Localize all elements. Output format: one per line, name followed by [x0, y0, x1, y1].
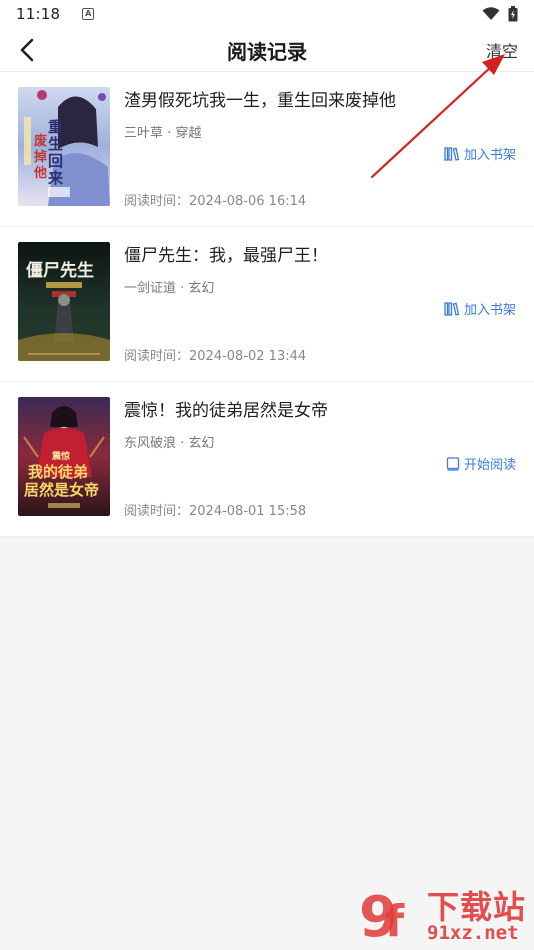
- bookshelf-add-icon: [444, 301, 460, 316]
- action-label: 加入书架: [463, 148, 516, 163]
- list-item[interactable]: 震惊 我的徒弟 居然是女帝 震惊！我的徒弟居然是女帝 东风破浪 · 玄幻 开始阅…: [0, 382, 534, 537]
- page-title: 阅读记录: [227, 40, 307, 64]
- book-cover[interactable]: 僵尸先生: [18, 242, 110, 361]
- svg-text:震惊: 震惊: [51, 450, 70, 462]
- notification-icon: A: [82, 8, 95, 20]
- book-meta: 东风破浪 · 玄幻: [124, 436, 215, 451]
- list-item[interactable]: 重 废 生 掉 回 他 来 渣男假死坑我一生，重生回来废掉他 三叶草 · 穿越 …: [0, 72, 534, 227]
- clear-button[interactable]: 清空: [486, 38, 518, 62]
- status-bar: 11:18 A: [0, 0, 534, 28]
- svg-text:来: 来: [47, 169, 64, 187]
- svg-text:回: 回: [48, 152, 63, 170]
- svg-text:f: f: [385, 896, 405, 947]
- book-meta: 一剑证道 · 玄幻: [124, 281, 215, 296]
- book-meta: 三叶草 · 穿越: [124, 126, 202, 141]
- svg-text:生: 生: [48, 135, 63, 153]
- book-cover[interactable]: 重 废 生 掉 回 他 来: [18, 87, 110, 206]
- action-label: 加入书架: [463, 303, 516, 318]
- read-time: 阅读时间：2024-08-06 16:14: [124, 194, 307, 209]
- book-cover[interactable]: 震惊 我的徒弟 居然是女帝: [18, 397, 110, 516]
- svg-text:他: 他: [33, 165, 47, 181]
- svg-text:掉: 掉: [34, 149, 47, 165]
- reading-history-list: 重 废 生 掉 回 他 来 渣男假死坑我一生，重生回来废掉他 三叶草 · 穿越 …: [0, 72, 534, 537]
- add-to-shelf-button[interactable]: 加入书架: [444, 144, 516, 163]
- svg-text:重: 重: [48, 118, 63, 136]
- svg-text:废: 废: [34, 133, 47, 149]
- book-title[interactable]: 震惊！我的徒弟居然是女帝: [124, 396, 328, 421]
- book-read-icon: [446, 456, 460, 471]
- status-time: 11:18: [16, 5, 61, 23]
- svg-text:居然是女帝: 居然是女帝: [24, 481, 99, 499]
- add-to-shelf-button[interactable]: 加入书架: [444, 299, 516, 318]
- watermark-domain: 91xz.net: [427, 922, 519, 944]
- battery-icon: [508, 6, 518, 22]
- list-item[interactable]: 僵尸先生 僵尸先生：我，最强尸王！ 一剑证道 · 玄幻 加入书架 阅读时间：20…: [0, 227, 534, 382]
- action-label: 开始阅读: [463, 458, 516, 473]
- wifi-icon: [482, 7, 500, 20]
- book-title[interactable]: 渣男假死坑我一生，重生回来废掉他: [124, 86, 396, 111]
- read-time: 阅读时间：2024-08-01 15:58: [124, 504, 307, 519]
- app-header: 阅读记录 清空: [0, 28, 534, 72]
- bookshelf-add-icon: [444, 146, 460, 161]
- watermark: 9 f 下载站 91xz.net: [359, 880, 534, 950]
- start-reading-button[interactable]: 开始阅读: [446, 454, 516, 473]
- svg-text:僵尸先生: 僵尸先生: [26, 260, 94, 281]
- status-icons: [482, 6, 518, 22]
- read-time: 阅读时间：2024-08-02 13:44: [124, 349, 307, 364]
- svg-text:我的徒弟: 我的徒弟: [28, 463, 88, 481]
- book-title[interactable]: 僵尸先生：我，最强尸王！: [124, 241, 328, 266]
